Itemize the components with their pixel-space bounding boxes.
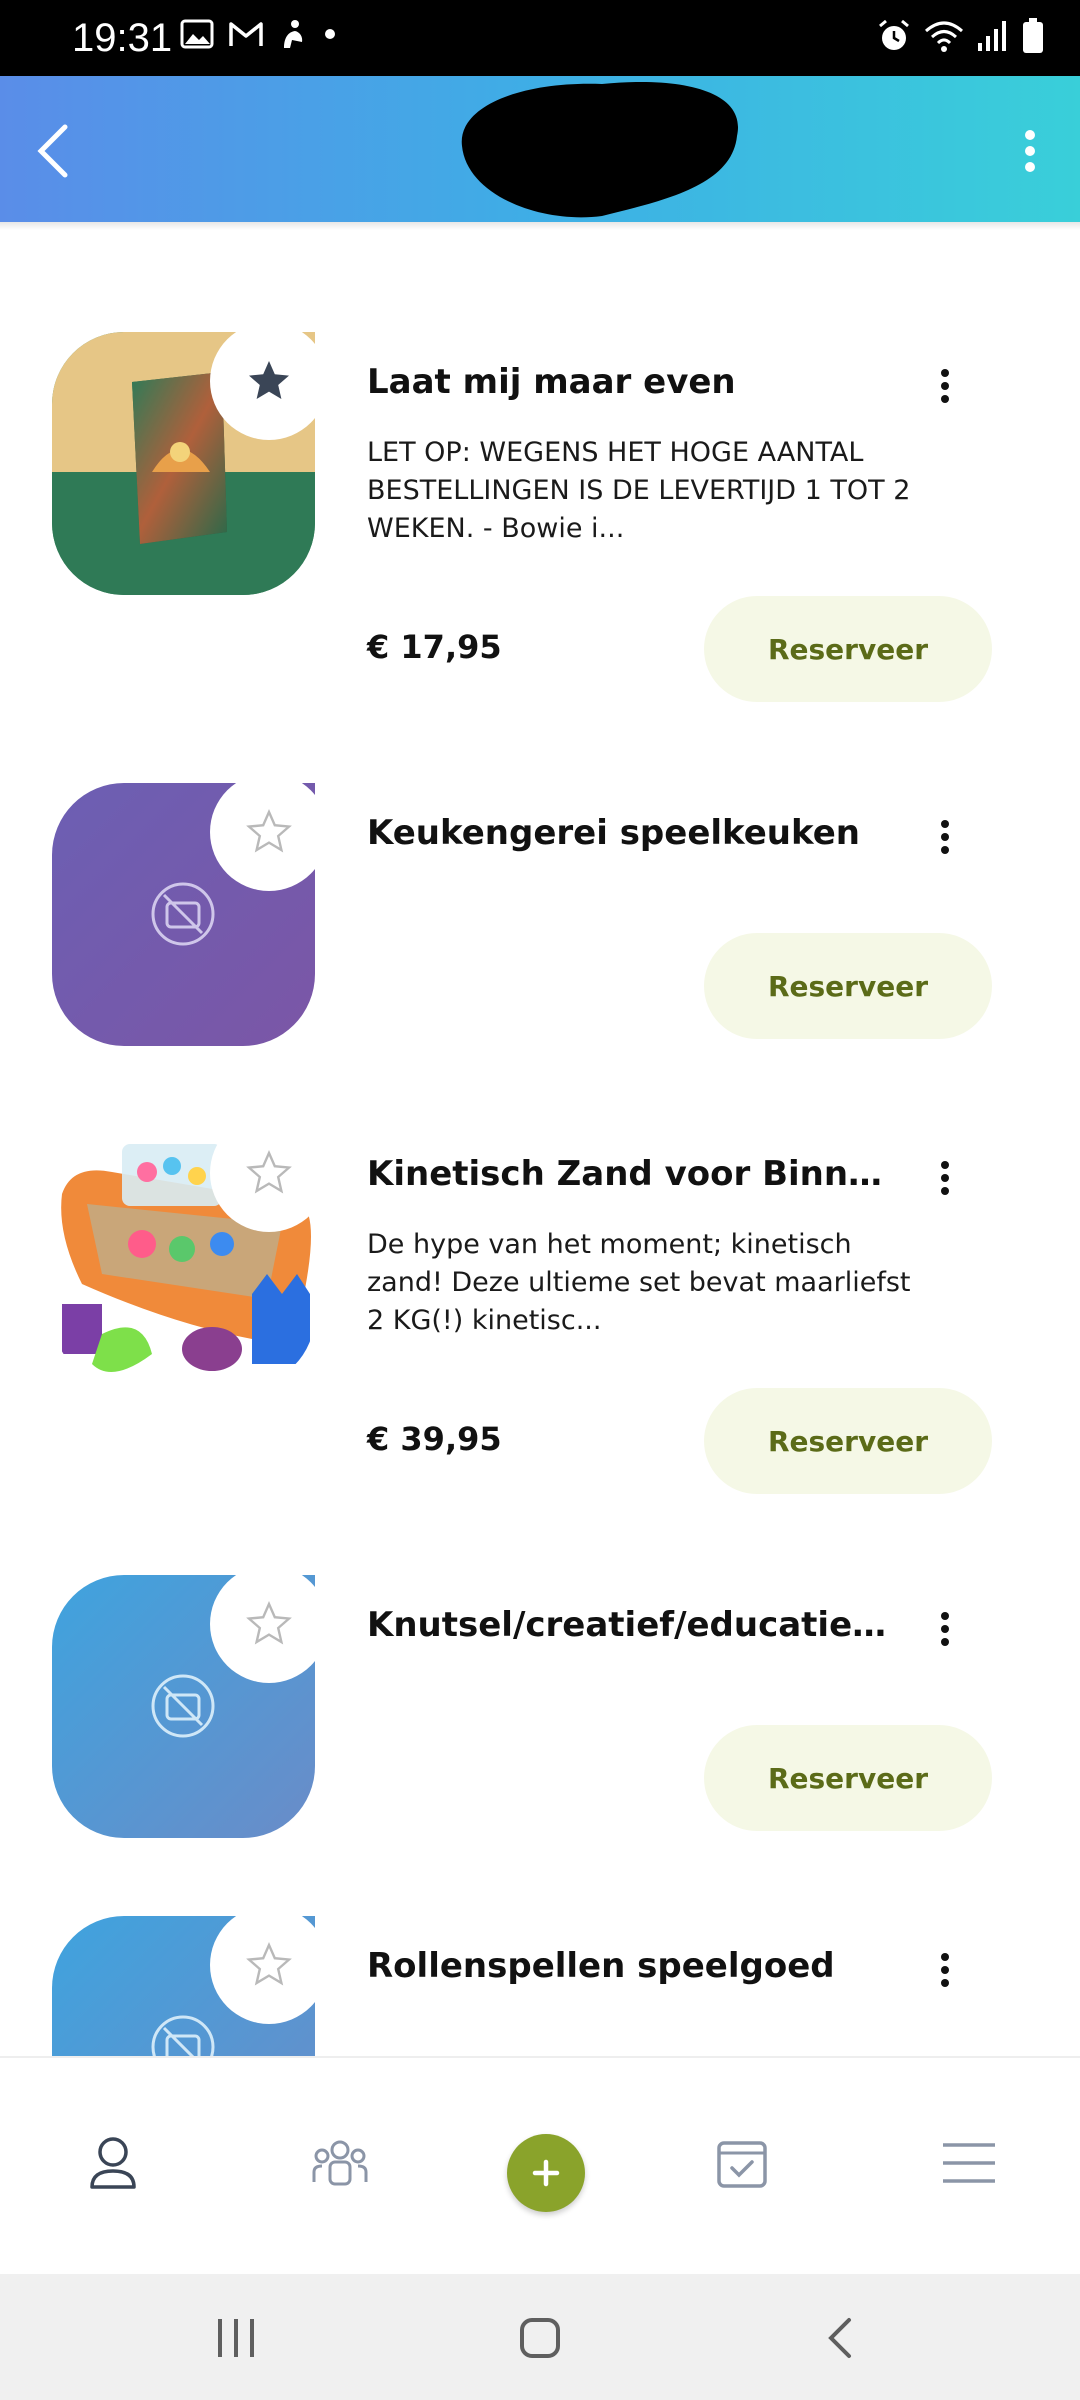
item-more-button[interactable] <box>925 1158 965 1198</box>
star-filled-icon <box>249 361 289 399</box>
back-button[interactable] <box>22 116 84 186</box>
item-price: € 17,95 <box>367 628 502 666</box>
item-title[interactable]: Laat mij maar even <box>367 362 887 402</box>
more-vertical-icon <box>941 1953 949 1987</box>
bottom-navigation <box>0 2056 1080 2276</box>
item-more-button[interactable] <box>925 1950 965 1990</box>
add-button[interactable] <box>507 2134 585 2212</box>
wishlist-content[interactable]: Laat mij maar even LET OP: WEGENS HET HO… <box>0 222 1080 2056</box>
profile-icon <box>90 2137 136 2189</box>
nav-menu[interactable] <box>924 2118 1014 2208</box>
status-bar: 19:31 <box>0 0 1080 76</box>
reserve-button[interactable]: Reserveer <box>704 933 992 1039</box>
status-time: 19:31 <box>72 16 173 60</box>
nav-profile[interactable] <box>68 2118 158 2208</box>
item-description: De hype van het moment; kinetisch zand! … <box>367 1229 911 1336</box>
more-vertical-icon <box>941 1161 949 1195</box>
home-icon <box>520 2318 560 2358</box>
product-image-placeholder[interactable] <box>52 1575 315 1838</box>
product-image-placeholder[interactable] <box>52 783 315 1046</box>
item-more-button[interactable] <box>925 366 965 406</box>
image-icon <box>180 19 214 49</box>
more-vertical-icon <box>941 369 949 403</box>
list-item[interactable]: Laat mij maar even LET OP: WEGENS HET HO… <box>0 332 1080 752</box>
chevron-left-icon <box>37 124 68 178</box>
recent-apps-icon <box>218 2319 254 2357</box>
more-vertical-icon <box>941 1612 949 1646</box>
menu-icon <box>943 2143 995 2183</box>
list-item[interactable]: Knutsel/creatief/educatief spe... Reserv… <box>0 1575 1080 1875</box>
wifi-icon <box>925 21 963 52</box>
add-icon <box>532 2159 560 2187</box>
item-more-button[interactable] <box>925 1609 965 1649</box>
item-title[interactable]: Keukengerei speelkeuken <box>367 813 887 853</box>
system-back-button[interactable] <box>800 2306 880 2370</box>
signal-icon <box>978 21 1006 51</box>
star-outline-icon <box>246 1150 292 1194</box>
nav-groups[interactable] <box>295 2118 385 2208</box>
product-image-placeholder[interactable] <box>52 1916 315 2056</box>
redacted-title <box>461 81 739 218</box>
recent-apps-button[interactable] <box>196 2306 276 2370</box>
list-item[interactable]: Kinetisch Zand voor Binnen 2 ... De hype… <box>0 1124 1080 1544</box>
list-item[interactable]: Rollenspellen speelgoed <box>0 1916 1080 2056</box>
star-outline-icon <box>246 1942 292 1986</box>
product-image[interactable] <box>52 1124 315 1387</box>
product-image[interactable] <box>52 332 315 595</box>
item-price: € 39,95 <box>367 1420 502 1458</box>
gmail-icon <box>229 22 263 46</box>
more-vertical-icon <box>941 820 949 854</box>
item-title[interactable]: Rollenspellen speelgoed <box>367 1946 887 1986</box>
system-navigation-bar <box>0 2274 1080 2400</box>
scroll-shadow <box>0 222 1080 230</box>
status-left-icons <box>180 18 338 50</box>
overflow-menu-button[interactable] <box>1010 116 1050 186</box>
star-outline-icon <box>246 809 292 853</box>
reserve-button[interactable]: Reserveer <box>704 596 992 702</box>
item-title[interactable]: Kinetisch Zand voor Binnen 2 ... <box>367 1154 887 1194</box>
more-vertical-icon <box>1025 130 1035 172</box>
reserve-button[interactable]: Reserveer <box>704 1388 992 1494</box>
list-item[interactable]: Keukengerei speelkeuken Reserveer <box>0 783 1080 1083</box>
nav-checklist[interactable] <box>697 2118 787 2208</box>
home-button[interactable] <box>500 2306 580 2370</box>
star-outline-icon <box>246 1601 292 1645</box>
item-description: LET OP: WEGENS HET HOGE AANTAL BESTELLIN… <box>367 437 911 544</box>
item-title[interactable]: Knutsel/creatief/educatief spe... <box>367 1605 887 1645</box>
reserve-button[interactable]: Reserveer <box>704 1725 992 1831</box>
battery-icon <box>1023 18 1043 53</box>
status-right-icons <box>876 18 1044 54</box>
notification-icon <box>284 20 303 48</box>
group-icon <box>312 2140 368 2186</box>
app-bar <box>0 76 1080 222</box>
item-more-button[interactable] <box>925 817 965 857</box>
checklist-icon <box>717 2141 767 2188</box>
alarm-icon <box>879 19 909 50</box>
dot-icon <box>325 29 335 39</box>
back-icon <box>828 2318 851 2358</box>
